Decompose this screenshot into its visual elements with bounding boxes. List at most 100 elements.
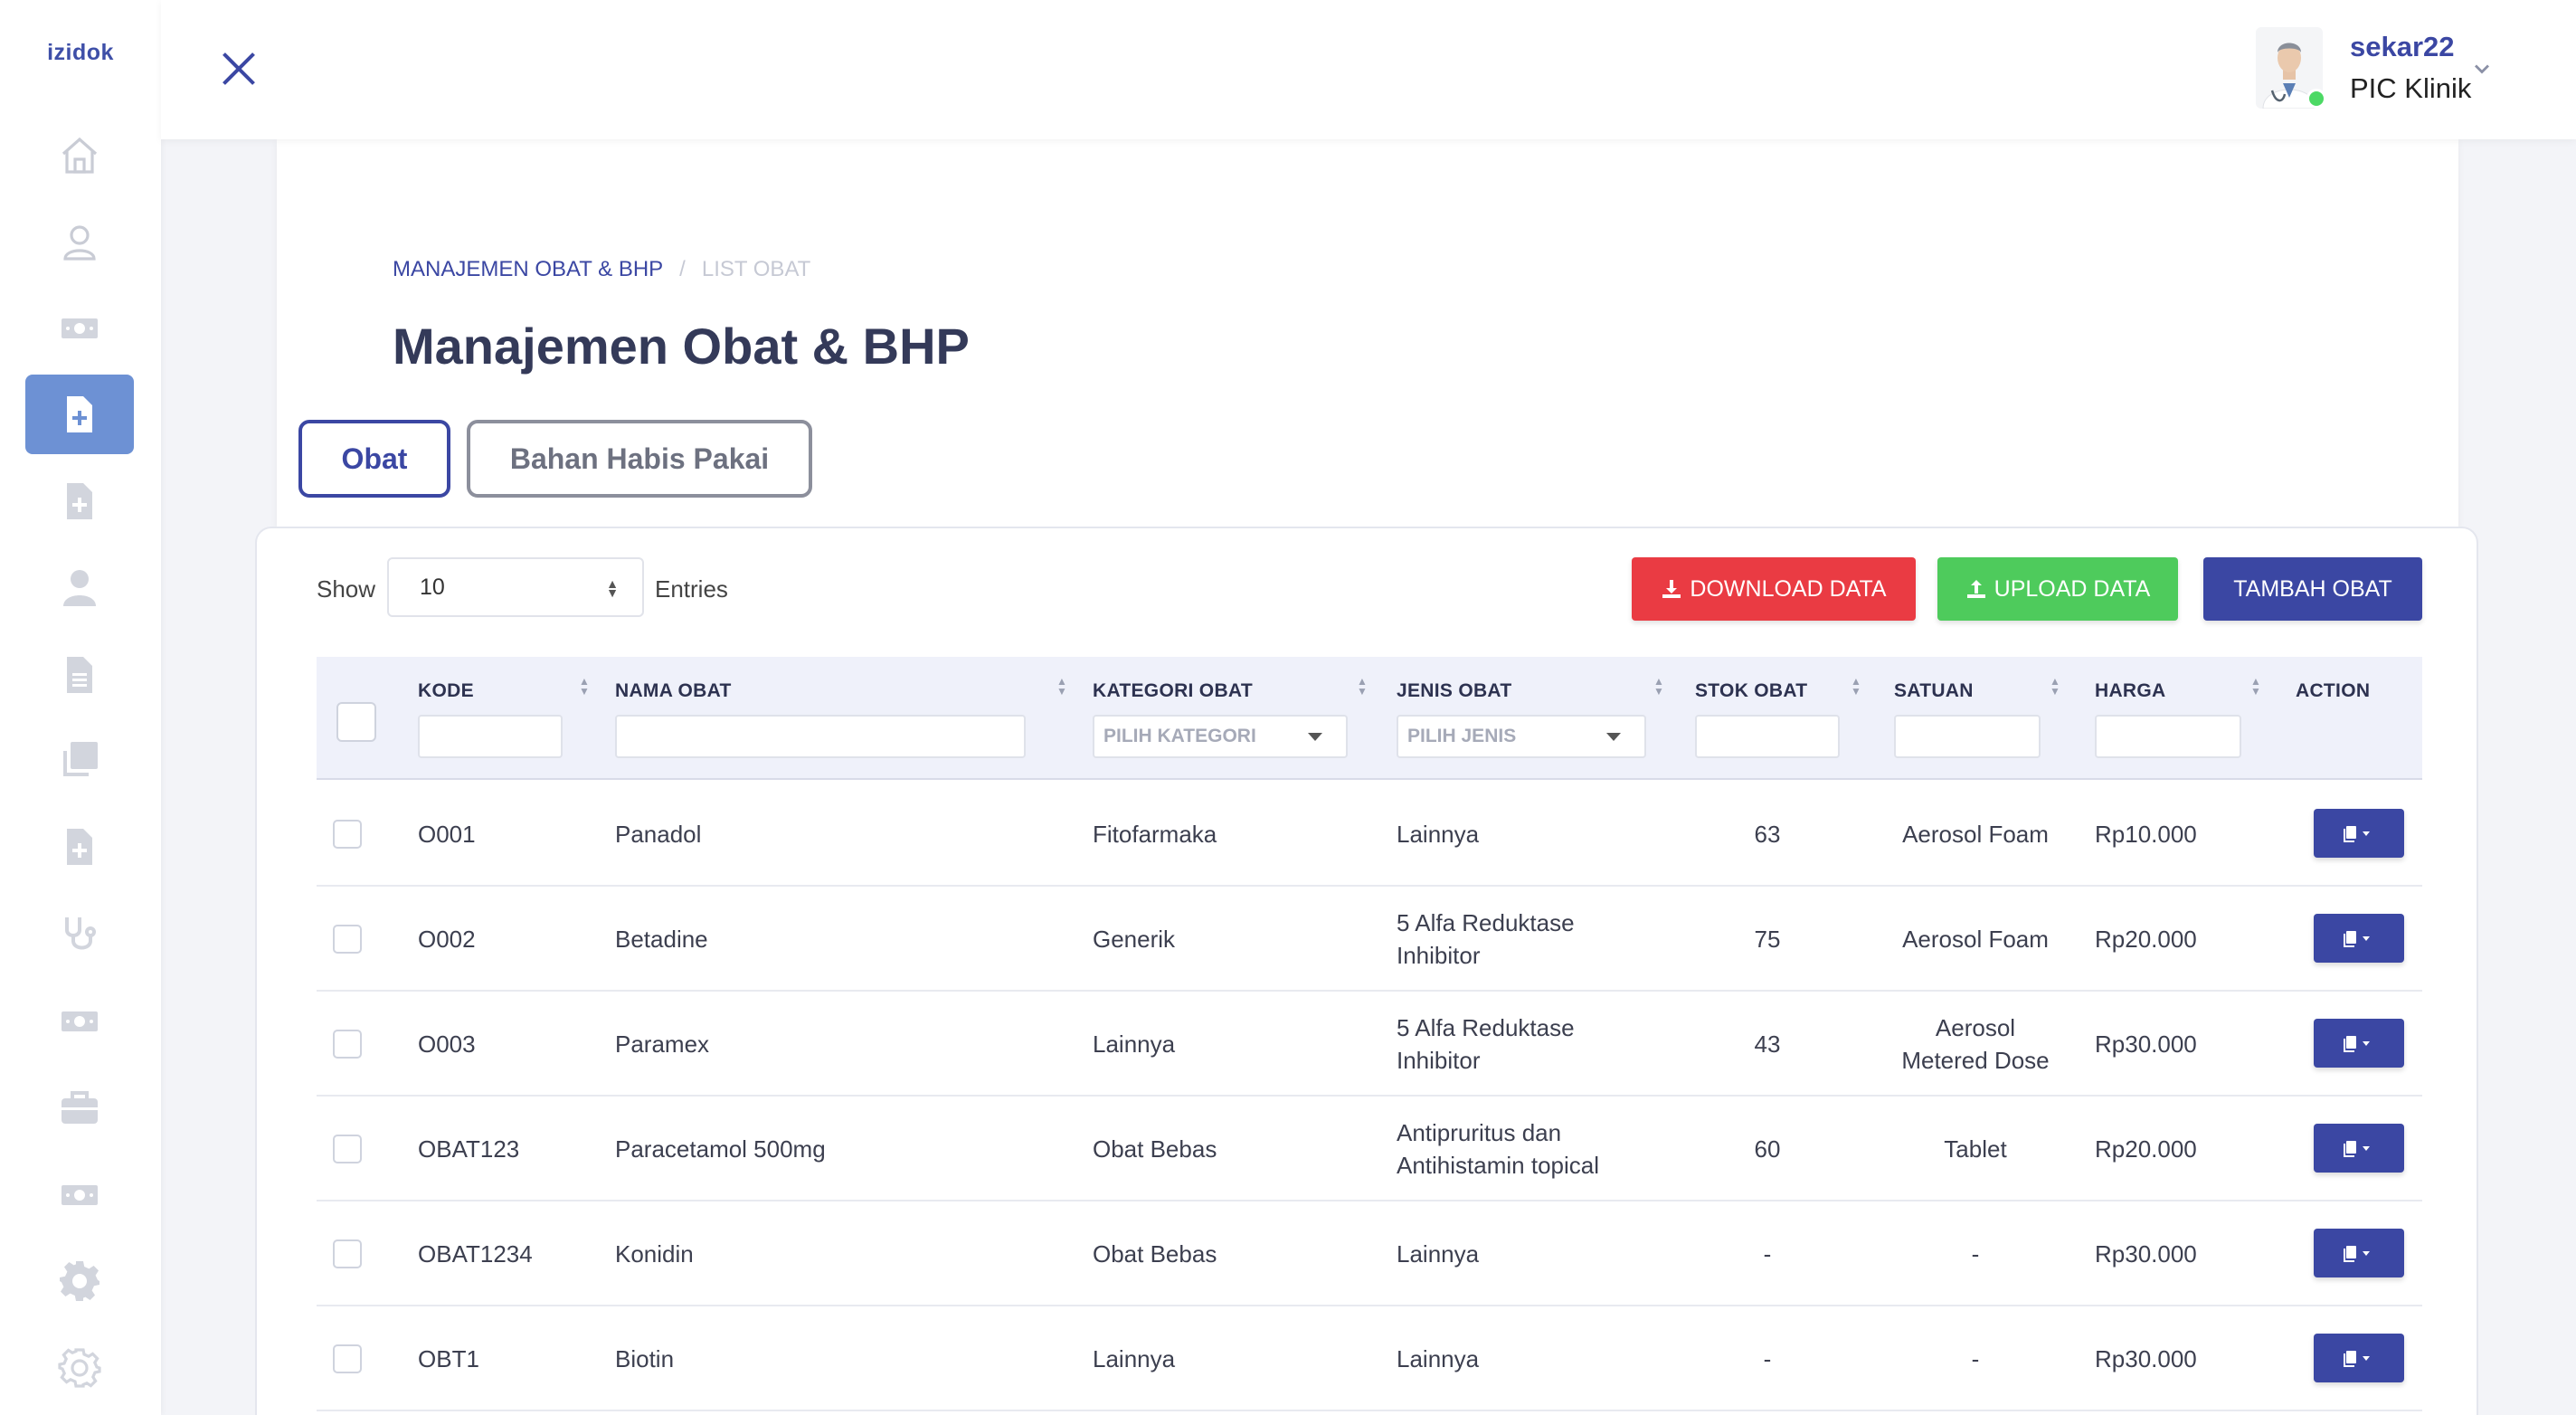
- cell-nama: Paramex: [615, 1030, 710, 1058]
- filter-kode-input[interactable]: [418, 715, 563, 758]
- tab-bahan-habis-pakai[interactable]: Bahan Habis Pakai: [467, 420, 812, 498]
- row-action-button[interactable]: [2314, 914, 2404, 963]
- filter-jenis-select[interactable]: PILIH JENIS: [1397, 715, 1646, 758]
- briefcase-icon: [62, 1091, 98, 1124]
- row-action-button[interactable]: [2314, 1019, 2404, 1068]
- sidebar-item-dokumen[interactable]: [25, 635, 134, 715]
- row-action-button[interactable]: [2314, 1229, 2404, 1277]
- filter-jenis-placeholder: PILIH JENIS: [1407, 726, 1517, 746]
- cell-kategori: Fitofarmaka: [1093, 821, 1217, 848]
- sidebar-item-obat[interactable]: [25, 375, 134, 454]
- download-icon: [1662, 580, 1681, 598]
- sort-icon[interactable]: ▲ ▼: [2250, 676, 2261, 697]
- table-row: OBAT1234 Konidin Obat Bebas Lainnya - - …: [317, 1201, 2422, 1306]
- download-data-button[interactable]: DOWNLOAD DATA: [1632, 557, 1916, 621]
- filter-satuan-input[interactable]: [1894, 715, 2041, 758]
- row-checkbox[interactable]: [333, 820, 362, 849]
- cell-jenis: Antipruritus dan Antihistamin topical: [1397, 1119, 1599, 1179]
- cell-kode: O003: [418, 1030, 476, 1058]
- chevron-down-icon[interactable]: [2469, 56, 2495, 81]
- row-checkbox[interactable]: [333, 1135, 362, 1163]
- filter-kategori-select[interactable]: PILIH KATEGORI: [1093, 715, 1348, 758]
- row-checkbox[interactable]: [333, 1030, 362, 1059]
- caret-down-icon: [1308, 733, 1322, 741]
- column-header-stok[interactable]: STOK OBAT: [1695, 680, 1807, 702]
- sidebar-item-layanan[interactable]: [25, 1068, 134, 1147]
- top-bar: sekar22 PIC Klinik: [161, 0, 2576, 139]
- copy-dropdown-icon: [2344, 1141, 2370, 1157]
- cell-kode: OBT1: [418, 1345, 479, 1372]
- money-icon: [62, 1185, 98, 1205]
- cell-kode: OBAT123: [418, 1135, 520, 1163]
- page-title: Manajemen Obat & BHP: [393, 318, 970, 375]
- breadcrumb-current: LIST OBAT: [701, 257, 811, 281]
- sort-icon[interactable]: ▲ ▼: [1056, 676, 1067, 697]
- sidebar-item-pengaturan[interactable]: [25, 1241, 134, 1321]
- show-label: Show: [317, 575, 376, 603]
- column-header-action: ACTION: [2296, 680, 2371, 701]
- sidebar-item-resep[interactable]: [25, 461, 134, 541]
- cell-nama: Biotin: [615, 1345, 675, 1372]
- upload-data-button[interactable]: UPLOAD DATA: [1937, 557, 2178, 621]
- row-action-button[interactable]: [2314, 809, 2404, 858]
- filter-stok-input[interactable]: [1695, 715, 1840, 758]
- sidebar-item-billing[interactable]: [25, 288, 134, 367]
- sidebar-item-keuangan[interactable]: [25, 1154, 134, 1234]
- upload-icon: [1966, 580, 1985, 598]
- select-all-checkbox[interactable]: [336, 702, 376, 742]
- column-header-nama[interactable]: NAMA OBAT: [615, 680, 732, 702]
- cell-kategori: Generik: [1093, 926, 1176, 953]
- entries-select[interactable]: 10 ▲ ▼: [387, 557, 644, 617]
- tab-obat[interactable]: Obat: [298, 420, 450, 498]
- cell-kategori: Obat Bebas: [1093, 1240, 1217, 1268]
- filter-nama-input[interactable]: [615, 715, 1026, 758]
- cell-nama: Betadine: [615, 926, 708, 953]
- column-header-harga[interactable]: HARGA: [2095, 680, 2166, 702]
- sidebar-item-pemeriksaan[interactable]: [25, 894, 134, 973]
- gear-icon: [60, 1261, 99, 1301]
- file-plus-icon: [67, 829, 92, 865]
- sidebar-item-pembayaran[interactable]: [25, 981, 134, 1060]
- download-data-label: DOWNLOAD DATA: [1690, 575, 1887, 602]
- close-icon[interactable]: [219, 49, 259, 89]
- column-header-jenis[interactable]: JENIS OBAT: [1397, 680, 1511, 702]
- sidebar-item-salin[interactable]: [25, 720, 134, 800]
- cell-jenis: Lainnya: [1397, 821, 1480, 848]
- column-header-kode[interactable]: KODE: [418, 680, 474, 702]
- table-header: KODE ▲ ▼ NAMA OBAT ▲ ▼ KATEGORI OBAT ▲ ▼ PI…: [317, 657, 2422, 780]
- column-header-satuan[interactable]: SATUAN: [1894, 680, 1974, 702]
- sort-icon[interactable]: ▲ ▼: [1357, 676, 1368, 697]
- sort-icon[interactable]: ▲ ▼: [1653, 676, 1664, 697]
- cell-kode: O002: [418, 926, 476, 953]
- sort-icon[interactable]: ▲ ▼: [2050, 676, 2060, 697]
- sidebar-item-profile[interactable]: [25, 203, 134, 282]
- sidebar-item-pasien[interactable]: [25, 548, 134, 628]
- sort-icon[interactable]: ▲ ▼: [579, 676, 590, 697]
- sidebar-item-rekam-medis[interactable]: [25, 807, 134, 887]
- cell-harga: Rp30.000: [2095, 1030, 2197, 1058]
- tambah-obat-button[interactable]: TAMBAH OBAT: [2203, 557, 2422, 621]
- sidebar-item-home[interactable]: [25, 116, 134, 195]
- row-checkbox[interactable]: [333, 1239, 362, 1268]
- breadcrumb-parent[interactable]: MANAJEMEN OBAT & BHP: [393, 257, 663, 282]
- stethoscope-icon: [65, 917, 96, 950]
- user-name[interactable]: sekar22: [2350, 31, 2455, 63]
- sort-icon[interactable]: ▲ ▼: [1851, 676, 1861, 697]
- row-checkbox[interactable]: [333, 1344, 362, 1373]
- column-header-kategori[interactable]: KATEGORI OBAT: [1093, 680, 1253, 702]
- row-action-button[interactable]: [2314, 1124, 2404, 1173]
- copy-dropdown-icon: [2344, 1351, 2370, 1367]
- cell-kode: O001: [418, 821, 476, 848]
- sidebar-item-pengaturan-lain[interactable]: [25, 1328, 134, 1408]
- row-checkbox[interactable]: [333, 925, 362, 954]
- breadcrumb: MANAJEMEN OBAT & BHP / LIST OBAT: [393, 257, 810, 282]
- row-action-button[interactable]: [2314, 1334, 2404, 1382]
- filter-harga-input[interactable]: [2095, 715, 2241, 758]
- user-role: PIC Klinik: [2350, 72, 2472, 104]
- obat-table-card: Show 10 ▲ ▼ Entries DOWNLOAD DATA UPLOAD …: [255, 527, 2478, 1415]
- cell-nama: Paracetamol 500mg: [615, 1135, 826, 1163]
- cell-kode: OBAT1234: [418, 1240, 533, 1268]
- cell-satuan: Aerosol Metered Dose: [1901, 1014, 2050, 1074]
- copy-dropdown-icon: [2344, 931, 2370, 947]
- table-row: O002 Betadine Generik 5 Alfa Reduktase I…: [317, 887, 2422, 992]
